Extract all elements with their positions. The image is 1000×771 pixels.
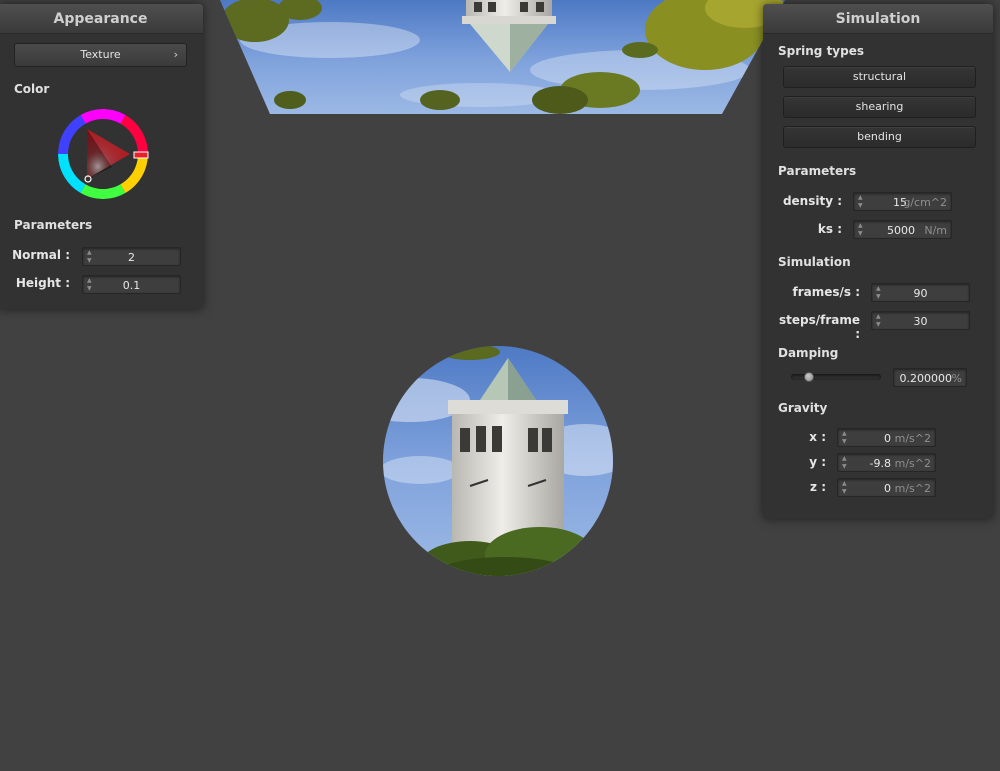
shearing-button[interactable]: shearing	[783, 96, 976, 118]
gravity-z-spinbox[interactable]: ▲ ▼ 0 m/s^2	[837, 478, 936, 497]
height-value: 0.1	[122, 279, 141, 292]
gravity-x-unit: m/s^2	[894, 432, 931, 445]
damping-label: Damping	[778, 346, 839, 360]
normal-label: Normal :	[12, 248, 70, 262]
gravity-label: Gravity	[778, 401, 828, 415]
gravity-y-unit: m/s^2	[894, 457, 931, 470]
texture-button-label: Texture	[80, 48, 121, 61]
normal-spinbox[interactable]: ▲ ▼ 2	[82, 247, 181, 266]
normal-value: 2	[128, 251, 135, 264]
color-label: Color	[14, 82, 50, 96]
gravity-x-value: 0	[884, 432, 891, 445]
spin-arrows-icon[interactable]: ▲ ▼	[842, 480, 850, 496]
simulation-panel: Simulation Spring types structural shear…	[763, 4, 993, 519]
structural-button[interactable]: structural	[783, 66, 976, 88]
density-label: density :	[782, 194, 842, 208]
damping-field[interactable]: 0.200000 %	[893, 368, 967, 387]
bending-button[interactable]: bending	[783, 126, 976, 148]
simulation-group-label: Simulation	[778, 255, 851, 269]
textured-sphere	[383, 346, 613, 576]
fps-label: frames/s :	[792, 285, 860, 299]
fps-value: 90	[913, 287, 928, 300]
density-unit: g/cm^2	[903, 196, 947, 209]
spin-arrows-icon[interactable]: ▲ ▼	[842, 430, 850, 446]
density-spinbox[interactable]: ▲ ▼ 15 g/cm^2	[853, 192, 952, 211]
ks-label: ks :	[817, 222, 842, 236]
steps-label: steps/frame :	[778, 313, 860, 341]
simulation-title[interactable]: Simulation	[763, 4, 993, 34]
gravity-x-label: x :	[809, 430, 826, 444]
gravity-z-label: z :	[810, 480, 826, 494]
spin-arrows-icon[interactable]: ▲ ▼	[858, 194, 866, 210]
fps-spinbox[interactable]: ▲ ▼ 90	[871, 283, 970, 302]
sim-parameters-label: Parameters	[778, 164, 857, 178]
appearance-title[interactable]: Appearance	[0, 4, 203, 34]
spring-types-label: Spring types	[778, 44, 865, 58]
height-spinbox[interactable]: ▲ ▼ 0.1	[82, 275, 181, 294]
appearance-panel: Appearance Texture › Color Parameters No…	[0, 4, 203, 309]
steps-value: 30	[913, 315, 928, 328]
gravity-x-spinbox[interactable]: ▲ ▼ 0 m/s^2	[837, 428, 936, 447]
chevron-right-icon: ›	[173, 48, 178, 61]
damping-value: 0.200000	[899, 372, 953, 385]
texture-popup-button[interactable]: Texture ›	[14, 43, 187, 67]
spin-arrows-icon[interactable]: ▲ ▼	[842, 455, 850, 471]
ks-unit: N/m	[924, 224, 947, 237]
height-label: Height :	[15, 276, 70, 290]
damping-unit: %	[951, 372, 962, 385]
gravity-y-spinbox[interactable]: ▲ ▼ -9.8 m/s^2	[837, 453, 936, 472]
cloth-mesh	[220, 0, 785, 114]
appearance-parameters-label: Parameters	[14, 218, 93, 232]
gravity-y-value: -9.8	[869, 457, 891, 470]
steps-spinbox[interactable]: ▲ ▼ 30	[871, 311, 970, 330]
color-wheel[interactable]	[56, 107, 150, 201]
damping-slider-knob[interactable]	[804, 372, 814, 382]
ks-spinbox[interactable]: ▲ ▼ 5000 N/m	[853, 220, 952, 239]
gravity-z-value: 0	[884, 482, 891, 495]
gravity-z-unit: m/s^2	[894, 482, 931, 495]
spin-arrows-icon[interactable]: ▲ ▼	[858, 222, 866, 238]
ks-value: 5000	[887, 224, 915, 237]
gravity-y-label: y :	[809, 455, 826, 469]
